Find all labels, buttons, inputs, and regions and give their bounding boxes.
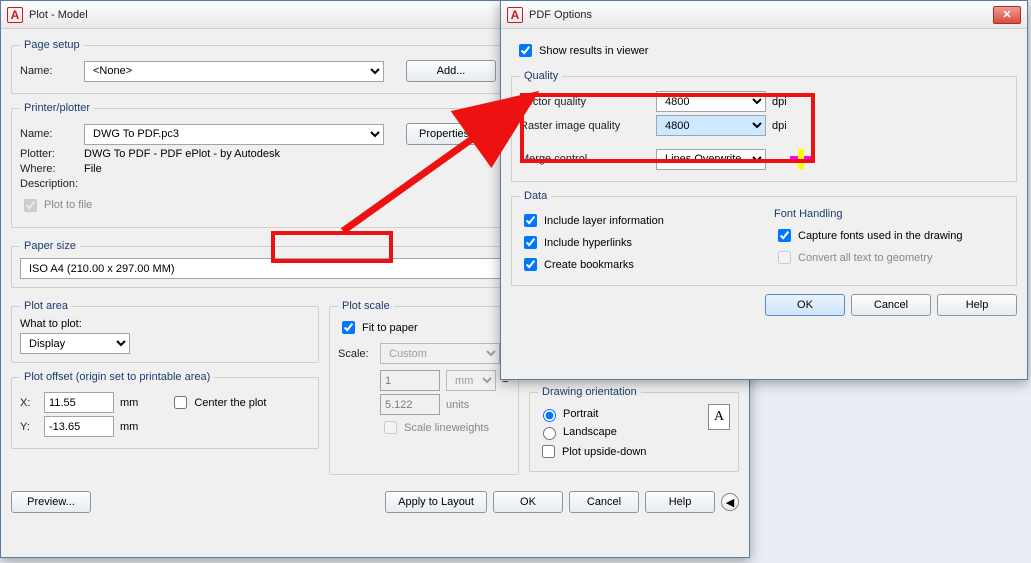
units-label: units (446, 399, 469, 411)
help-button[interactable]: Help (645, 491, 715, 513)
plot-to-file-checkbox (24, 199, 37, 212)
plotter-value: DWG To PDF - PDF ePlot - by Autodesk (84, 148, 280, 160)
convert-text-check: Convert all text to geometry (774, 248, 1008, 267)
pdf-title: PDF Options (529, 9, 993, 21)
offset-x-input[interactable] (44, 392, 114, 413)
add-button[interactable]: Add... (406, 60, 496, 82)
merge-control-label: Merge control (520, 153, 650, 165)
scale-select: Custom (380, 343, 500, 364)
orientation-group: Drawing orientation Portrait Landscape P… (529, 386, 739, 472)
font-handling-label: Font Handling (774, 208, 1008, 220)
page-setup-name-select[interactable]: <None> (84, 61, 384, 82)
what-to-plot-select[interactable]: Display (20, 333, 130, 354)
raster-quality-label: Raster image quality (520, 120, 650, 132)
scale-unit-select: mm (446, 370, 496, 391)
landscape-radio[interactable]: Landscape (538, 424, 700, 440)
scale-lineweights-checkbox (384, 421, 397, 434)
include-hyperlinks-check[interactable]: Include hyperlinks (520, 233, 754, 252)
offset-y-label: Y: (20, 421, 38, 433)
create-bookmarks-check[interactable]: Create bookmarks (520, 255, 754, 274)
capture-fonts-check[interactable]: Capture fonts used in the drawing (774, 226, 1008, 245)
page-setup-name-label: Name: (20, 65, 78, 77)
center-plot-checkbox[interactable] (174, 396, 187, 409)
quality-legend: Quality (520, 70, 562, 82)
upside-down-check[interactable]: Plot upside-down (538, 442, 700, 461)
where-label: Where: (20, 163, 78, 175)
paper-size-legend: Paper size (20, 240, 80, 252)
scale-label: Scale: (338, 348, 374, 360)
portrait-radio[interactable]: Portrait (538, 406, 700, 422)
plot-offset-group: Plot offset (origin set to printable are… (11, 371, 319, 449)
plot-scale-legend: Plot scale (338, 300, 394, 312)
properties-button[interactable]: Properties... (406, 123, 486, 145)
data-group: Data Include layer information Include h… (511, 190, 1017, 286)
printer-name-select[interactable]: DWG To PDF.pc3 (84, 124, 384, 145)
offset-y-unit: mm (120, 421, 138, 433)
autocad-icon: A (507, 7, 523, 23)
vector-quality-label: Vector quality (520, 96, 650, 108)
scale-den-input (380, 394, 440, 415)
pdf-ok-button[interactable]: OK (765, 294, 845, 316)
description-label: Description: (20, 178, 78, 190)
ok-button[interactable]: OK (493, 491, 563, 513)
close-button[interactable]: ✕ (993, 6, 1021, 24)
raster-dpi: dpi (772, 120, 787, 132)
pdf-options-dialog: A PDF Options ✕ Show results in viewer Q… (500, 0, 1028, 380)
where-value: File (84, 163, 102, 175)
include-layer-check[interactable]: Include layer information (520, 211, 754, 230)
what-to-plot-label: What to plot: (20, 318, 310, 330)
quality-group: Quality Vector quality 4800 dpi Raster i… (511, 70, 1017, 182)
fit-to-paper-checkbox[interactable] (342, 321, 355, 334)
pdf-help-button[interactable]: Help (937, 294, 1017, 316)
vector-quality-select[interactable]: 4800 (656, 91, 766, 112)
plot-scale-group: Plot scale Fit to paper Scale:Custom mm=… (329, 300, 519, 475)
merge-control-select[interactable]: Lines Overwrite (656, 149, 766, 170)
printer-legend: Printer/plotter (20, 102, 94, 114)
offset-x-label: X: (20, 397, 38, 409)
plotter-label: Plotter: (20, 148, 78, 160)
scale-num-input (380, 370, 440, 391)
raster-quality-select[interactable]: 4800 (656, 115, 766, 136)
show-results-check[interactable]: Show results in viewer (515, 41, 648, 60)
pdf-cancel-button[interactable]: Cancel (851, 294, 931, 316)
merge-icon (788, 148, 816, 170)
cancel-button[interactable]: Cancel (569, 491, 639, 513)
autocad-icon: A (7, 7, 23, 23)
offset-y-input[interactable] (44, 416, 114, 437)
orientation-legend: Drawing orientation (538, 386, 641, 398)
plot-offset-legend: Plot offset (origin set to printable are… (20, 371, 214, 383)
plot-area-legend: Plot area (20, 300, 72, 312)
plot-area-group: Plot area What to plot: Display (11, 300, 319, 363)
preview-button[interactable]: Preview... (11, 491, 91, 513)
offset-x-unit: mm (120, 397, 138, 409)
fit-to-paper[interactable]: Fit to paper (338, 318, 418, 337)
printer-name-label: Name: (20, 128, 78, 140)
expand-icon[interactable]: ◀ (721, 493, 739, 511)
center-plot[interactable]: Center the plot (170, 393, 266, 412)
plot-to-file-check: Plot to file (20, 196, 92, 215)
page-setup-legend: Page setup (20, 39, 84, 51)
orientation-icon: A (708, 404, 730, 430)
apply-to-layout-button[interactable]: Apply to Layout (385, 491, 487, 513)
vector-dpi: dpi (772, 96, 787, 108)
scale-lineweights: Scale lineweights (380, 418, 489, 437)
data-legend: Data (520, 190, 551, 202)
pdf-titlebar[interactable]: A PDF Options ✕ (501, 1, 1027, 29)
